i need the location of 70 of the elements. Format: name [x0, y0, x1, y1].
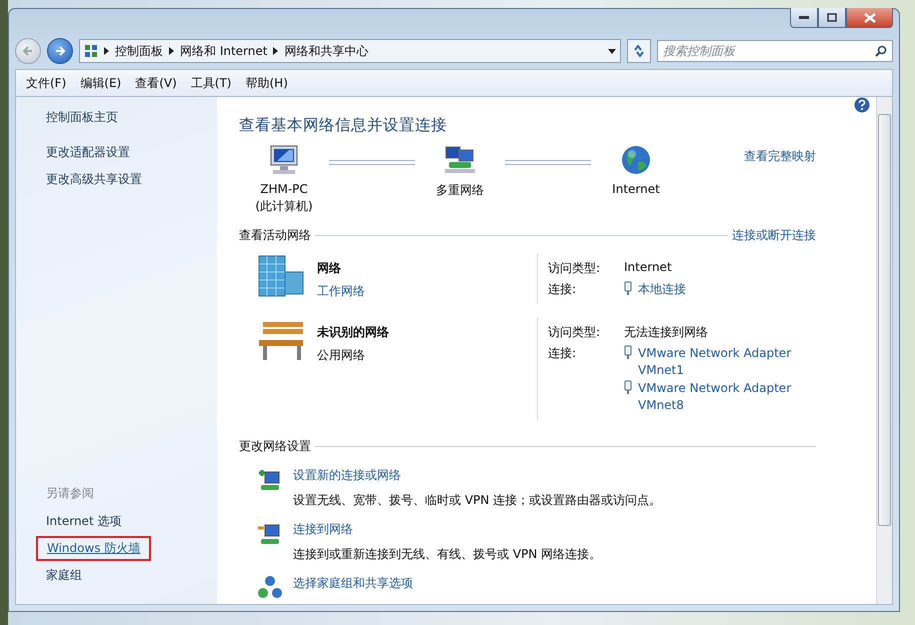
breadcrumb[interactable]: 网络和 Internet — [180, 42, 268, 60]
task-link[interactable]: 连接到网络 — [293, 521, 353, 538]
menu-item[interactable]: 帮助(H) — [240, 72, 294, 94]
sidebar-link[interactable]: 家庭组 — [46, 564, 82, 587]
maximize-icon — [827, 13, 837, 22]
network-type: 公用网络 — [317, 347, 366, 364]
connection-link[interactable]: VMware Network Adapter VMnet8 — [638, 380, 792, 414]
menu-item[interactable]: 文件(F) — [20, 72, 72, 94]
chevron-icon — [169, 47, 174, 55]
task-link[interactable]: 选择家庭组和共享选项 — [293, 575, 413, 592]
connection-link[interactable]: VMware Network Adapter VMnet1 — [638, 345, 792, 379]
sidebar-link[interactable]: Internet 选项 — [46, 510, 122, 533]
forward-button[interactable] — [47, 38, 73, 64]
search-icon — [875, 45, 887, 57]
field-label: 访问类型: — [548, 324, 602, 341]
breadcrumb[interactable]: 控制面板 — [115, 42, 163, 60]
refresh-button[interactable] — [627, 39, 651, 63]
connect-link[interactable]: 连接或断开连接 — [732, 227, 816, 244]
task-link[interactable]: 设置新的连接或网络 — [293, 467, 401, 484]
back-arrow-icon — [22, 45, 34, 57]
search-field[interactable]: 搜索控制面板 — [657, 40, 893, 62]
see-also-heading: 另请参阅 — [46, 485, 95, 502]
network-adapter-icon — [624, 380, 632, 395]
field-label: 连接: — [548, 281, 578, 298]
node-label: 多重网络 — [436, 182, 484, 199]
network-name: 未识别的网络 — [317, 324, 389, 341]
network-adapter-icon — [624, 281, 632, 296]
breadcrumb[interactable]: 网络和共享中心 — [284, 42, 368, 60]
minimize-button[interactable] — [790, 8, 818, 28]
menu-item[interactable]: 查看(V) — [129, 72, 183, 94]
sidebar-link[interactable]: 更改高级共享设置 — [46, 171, 142, 188]
close-button[interactable] — [846, 8, 893, 28]
node-label: ZHM-PC — [260, 182, 308, 196]
section-heading: 查看活动网络 — [239, 227, 311, 244]
network-name: 网络 — [317, 260, 342, 277]
field-label: 访问类型: — [548, 260, 602, 277]
field-label: 连接: — [548, 345, 578, 362]
access-type: 无法连接到网络 — [624, 324, 709, 341]
chevron-icon — [104, 47, 109, 55]
network-adapter-icon — [624, 345, 632, 360]
scrollbar[interactable] — [876, 97, 892, 604]
sidebar-link[interactable]: 控制面板主页 — [46, 109, 118, 126]
maximize-button[interactable] — [818, 8, 846, 28]
full-map-link[interactable]: 查看完整映射 — [744, 148, 816, 165]
section-heading: 更改网络设置 — [239, 438, 311, 455]
sidebar-link[interactable]: Windows 防火墙 — [36, 536, 152, 561]
dropdown-icon[interactable] — [608, 48, 616, 54]
address-bar[interactable]: 控制面板 网络和 Internet 网络和共享中心 — [79, 39, 621, 63]
minimize-icon — [799, 16, 809, 20]
close-icon — [864, 12, 876, 22]
scrollbar-thumb[interactable] — [878, 114, 891, 526]
help-icon[interactable] — [854, 97, 870, 113]
chevron-icon — [273, 47, 278, 55]
connection-link[interactable]: 本地连接 — [638, 281, 686, 298]
internet-icon[interactable] — [620, 144, 652, 176]
forward-arrow-icon — [54, 45, 66, 57]
page-title: 查看基本网络信息并设置连接 — [239, 115, 448, 136]
menu-item[interactable]: 编辑(E) — [74, 72, 128, 94]
node-label: Internet — [612, 182, 660, 196]
task-description: 连接到或重新连接到无线、有线、拨号或 VPN 网络连接。 — [293, 546, 602, 563]
refresh-icon — [632, 45, 646, 57]
node-sublabel: (此计算机) — [255, 198, 313, 215]
network-icon[interactable] — [443, 144, 477, 176]
control-panel-icon — [84, 44, 98, 58]
task-description: 设置无线、宽带、拨号、临时或 VPN 连接；或设置路由器或访问点。 — [293, 492, 662, 509]
homegroup-icon[interactable] — [257, 575, 283, 601]
network-type-link[interactable]: 工作网络 — [317, 283, 365, 300]
access-type: Internet — [624, 260, 673, 276]
menu-item[interactable]: 工具(T) — [184, 72, 238, 94]
sidebar-link[interactable]: 更改适配器设置 — [46, 144, 130, 161]
